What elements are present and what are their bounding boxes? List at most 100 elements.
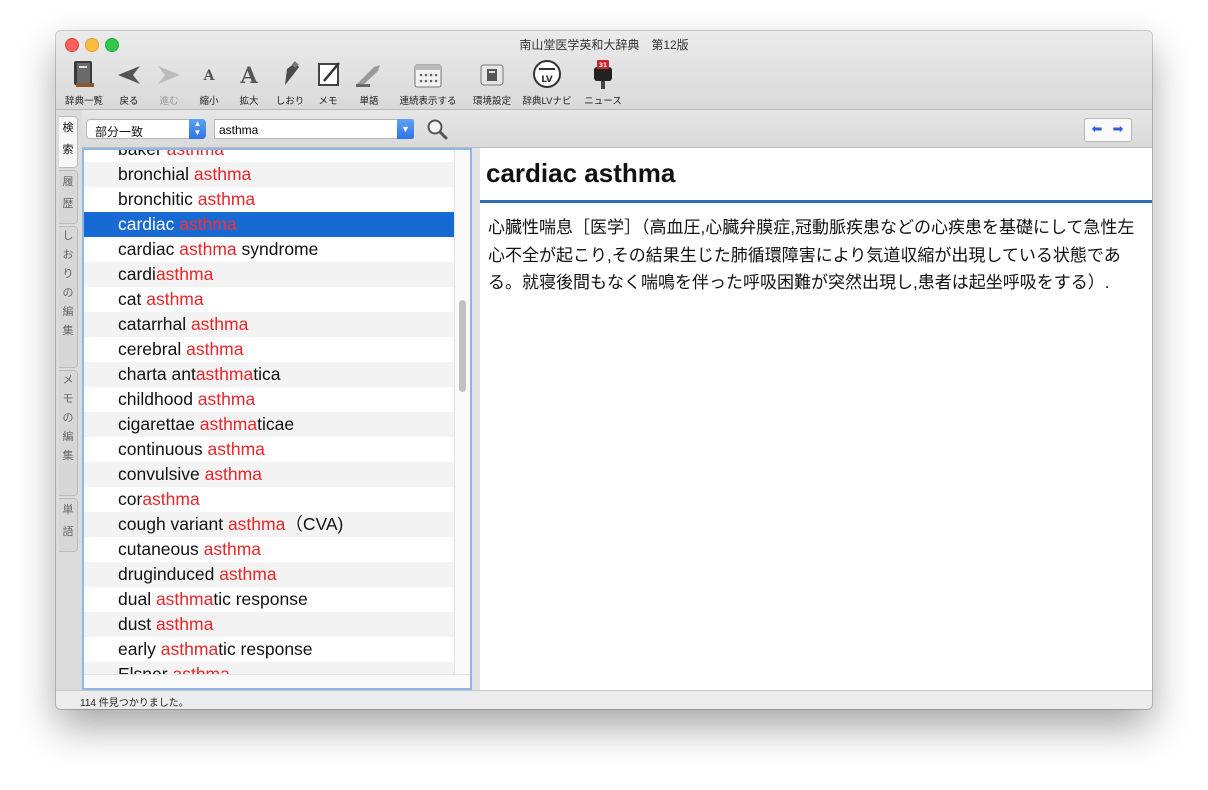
list-item-text: cigarettae [118,414,200,434]
list-item[interactable]: charta antasthmatica [84,362,454,387]
list-item[interactable]: cutaneous asthma [84,537,454,562]
match-highlight: asthma [204,464,262,484]
list-item-text: syndrome [236,239,319,259]
match-highlight: asthma [219,564,277,584]
search-icon[interactable] [426,118,448,140]
memo-button[interactable]: メモ [312,55,344,107]
list-item-text: convulsive [118,464,205,484]
match-highlight: asthma [186,339,244,359]
tab-bookmark-edit[interactable]: し お り の 編 集 [59,226,78,368]
list-item[interactable]: bronchial asthma [84,162,454,187]
match-highlight: asthma [227,514,286,534]
list-item[interactable]: cerebral asthma [84,337,454,362]
list-item[interactable]: early asthmatic response [84,637,454,662]
preferences-button[interactable]: 環境設定 [470,55,514,107]
list-item-text: cardi [118,264,156,284]
list-item[interactable]: dust asthma [84,612,454,637]
list-item-text: tica [253,364,281,384]
list-item[interactable]: cough variant asthma（CVA) [84,512,454,537]
tab-history[interactable]: 履 歴 [59,170,78,224]
list-item-text: cardiac [118,239,180,259]
list-item-text: continuous [118,439,208,459]
memo-icon [318,62,340,86]
vertical-scrollbar[interactable] [454,150,470,674]
list-item-text: tic response [218,639,313,659]
match-highlight: asthma [155,614,214,634]
tab-search[interactable]: 検 索 [59,116,78,168]
search-input[interactable] [219,123,389,137]
match-highlight: asthma [166,148,225,159]
continuous-view-icon [414,64,442,88]
entry-view: cardiac asthma 心臓性喘息［医学］（高血圧,心臓弁膜症,冠動脈疾患… [480,148,1152,690]
svg-text:A: A [203,68,216,84]
list-item[interactable]: bronchitic asthma [84,187,454,212]
toolbar: 辞典一覧 戻る 進む A 縮小 A 拡大 しおり メモ 単語 連続表示する 環境… [56,55,1152,107]
news-mailbox-icon: 31 [594,60,612,89]
list-item-text: cough variant [118,514,228,534]
match-mode-select[interactable]: 部分一致 ▲ ▼ [86,119,206,139]
match-highlight: asthma [207,439,265,459]
list-item-text: bronchial [118,164,194,184]
back-arrow-icon [118,66,140,84]
match-highlight: asthma [197,189,256,209]
forward-button[interactable]: 進む [150,55,188,107]
list-item-text: early [118,639,161,659]
list-item[interactable]: childhood asthma [84,387,454,412]
window-title: 南山堂医学英和大辞典 第12版 [519,38,689,52]
list-item[interactable]: cigarettae asthmaticae [84,412,454,437]
match-highlight: asthma [146,289,204,309]
lv-navi-button[interactable]: LV 辞典LVナビ [518,55,576,107]
list-item[interactable]: dual asthmatic response [84,587,454,612]
match-highlight: asthma [142,489,200,509]
list-item[interactable]: cardiasthma [84,262,454,287]
chevron-down-icon[interactable]: ▼ [397,119,414,139]
list-item[interactable]: cat asthma [84,287,454,312]
dictionary-list-button[interactable]: 辞典一覧 [62,55,106,107]
pane-splitter[interactable] [472,148,480,690]
list-item-text: dual [118,589,156,609]
back-button[interactable]: 戻る [110,55,148,107]
horizontal-scrollbar[interactable] [84,674,470,688]
lv-navi-icon: LV [533,60,561,88]
match-highlight: asthma [193,164,252,184]
list-item[interactable]: cardiac asthma syndrome [84,237,454,262]
continuous-view-button[interactable]: 連続表示する [396,55,460,107]
scrollbar-thumb[interactable] [459,300,466,392]
list-item[interactable]: continuous asthma [84,437,454,462]
match-highlight: asthma [190,314,249,334]
list-item-text: cor [118,489,143,509]
nav-forward-icon[interactable]: ➡ [1108,122,1128,136]
tab-memo-edit[interactable]: メ モ の 編 集 [59,370,78,496]
news-button[interactable]: 31 ニュース [580,55,626,107]
list-item[interactable]: baker asthma [84,148,454,162]
svg-text:A: A [239,63,258,89]
match-highlight: asthma [197,389,256,409]
list-item-text: cardiac [118,214,180,234]
match-highlight: asthma [195,364,254,384]
list-item-text: druginduced [118,564,220,584]
list-item-text: charta ant [118,364,196,384]
list-item-text: baker [118,148,167,159]
bookmark-icon [285,61,299,85]
shrink-button[interactable]: A 縮小 [191,55,227,107]
list-item[interactable]: catarrhal asthma [84,312,454,337]
app-window: 南山堂医学英和大辞典 第12版 辞典一覧 戻る 進む A 縮小 A 拡大 しおり… [56,31,1152,709]
tab-words[interactable]: 単 語 [59,498,78,552]
forward-arrow-icon [158,66,180,84]
enlarge-font-icon: A [239,63,258,89]
match-highlight: asthma [179,239,237,259]
bookmark-button[interactable]: しおり [270,55,310,107]
enlarge-button[interactable]: A 拡大 [231,55,267,107]
list-item-text: bronchitic [118,189,198,209]
svg-text:LV: LV [541,75,552,85]
list-item-selected[interactable]: cardiac asthma [84,212,454,237]
nav-back-icon[interactable]: ⬅ [1087,122,1107,136]
list-item[interactable]: druginduced asthma [84,562,454,587]
list-item[interactable]: convulsive asthma [84,462,454,487]
list-item[interactable]: corasthma [84,487,454,512]
entry-definition: 心臓性喘息［医学］（高血圧,心臓弁膜症,冠動脈疾患などの心疾患を基礎にして急性左… [488,218,1135,292]
side-tabs: 検 索 履 歴 し お り の 編 集 メ モ の 編 集 単 語 [56,110,83,690]
word-button[interactable]: 単語 [350,55,388,107]
word-icon [356,65,380,87]
search-field[interactable]: ▼ [214,119,414,139]
